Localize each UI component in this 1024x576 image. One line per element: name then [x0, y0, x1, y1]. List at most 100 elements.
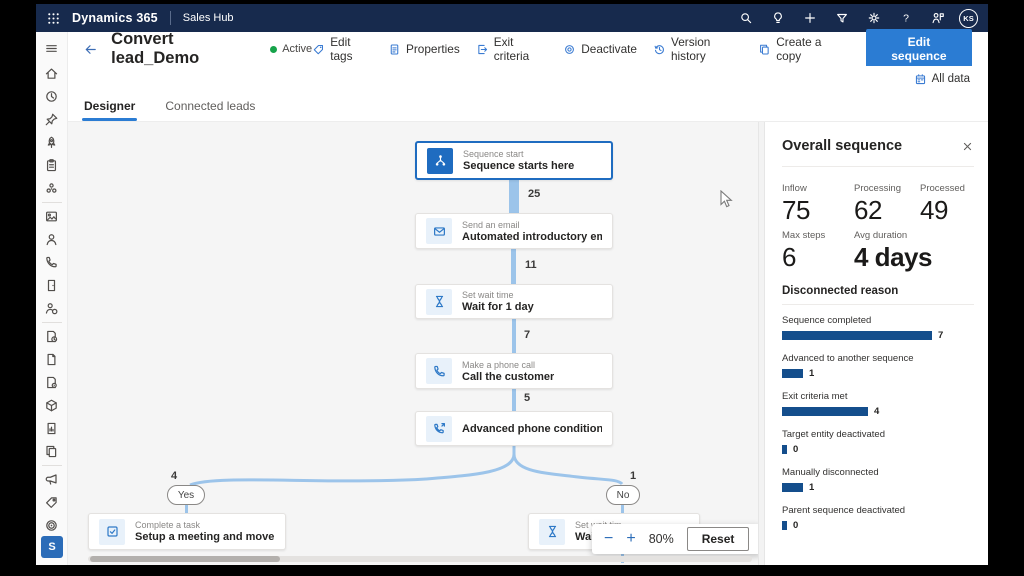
sidebar-item-home[interactable]	[39, 62, 65, 85]
command-bar: Edit tags Properties Exit criteria Deact…	[312, 29, 972, 69]
disconnect-reason-item: Advanced to another sequence1	[782, 353, 974, 379]
close-icon[interactable]	[961, 140, 974, 153]
command-label: Create a copy	[776, 35, 844, 63]
disconnected-reason-title: Disconnected reason	[782, 285, 974, 305]
filter-icon[interactable]	[829, 5, 855, 31]
reason-value: 0	[793, 520, 798, 531]
stat-label: Inflow	[782, 183, 854, 194]
command-exit-criteria[interactable]: Exit criteria	[476, 35, 547, 63]
reason-value: 1	[809, 482, 814, 493]
topbar-actions: ?	[733, 5, 951, 31]
sidebar-item-target[interactable]	[39, 514, 65, 537]
sidebar-item-media[interactable]	[39, 205, 65, 228]
bulb-icon[interactable]	[765, 5, 791, 31]
help-icon[interactable]: ?	[893, 5, 919, 31]
copy-icon	[758, 43, 771, 56]
zoom-reset-button[interactable]: Reset	[687, 527, 750, 551]
stat-value: 75	[782, 195, 854, 226]
sidebar-item-announcement[interactable]	[39, 468, 65, 491]
avatar[interactable]: KS	[959, 9, 978, 28]
settings-icon[interactable]	[861, 5, 887, 31]
sidebar-item-calls[interactable]	[39, 251, 65, 274]
sidebar-menu-icon[interactable]	[39, 37, 65, 60]
disconnected-reason-chart: Sequence completed7Advanced to another s…	[782, 315, 974, 531]
app-window: Dynamics 365 Sales Hub ? KS S Convert le…	[36, 4, 988, 565]
top-navigation-bar: Dynamics 365 Sales Hub ? KS	[36, 4, 988, 32]
node-phone-call[interactable]: Make a phone call Call the customer	[415, 353, 613, 389]
node-complete-task[interactable]: Complete a task Setup a meeting and move…	[88, 513, 286, 550]
vertical-scrollbar-strip[interactable]	[758, 122, 765, 565]
zoom-in-button[interactable]: +	[626, 531, 635, 547]
tag-icon	[312, 43, 325, 56]
sidebar-item-contacts[interactable]	[39, 228, 65, 251]
yes-branch-pill[interactable]: Yes	[167, 485, 205, 505]
sidebar-item-doc-copy[interactable]	[39, 440, 65, 463]
waffle-icon[interactable]	[40, 5, 66, 31]
node-label: Wait for 1 day	[462, 301, 534, 313]
reason-bar	[782, 445, 787, 454]
sidebar-item-pinned[interactable]	[39, 108, 65, 131]
command-version-history[interactable]: Version history	[653, 35, 742, 63]
sidebar-item-product[interactable]	[39, 394, 65, 417]
sidebar-item-document[interactable]	[39, 348, 65, 371]
node-kind: Send an email	[462, 220, 602, 230]
sequence-canvas[interactable]: 25 11 7 5 4 1 Yes No	[68, 122, 758, 565]
sidebar-item-person-badge[interactable]	[39, 297, 65, 320]
all-data-filter[interactable]: All data	[914, 73, 970, 86]
brand-title[interactable]: Dynamics 365	[72, 11, 158, 25]
app-name[interactable]: Sales Hub	[183, 12, 234, 24]
disconnect-reason-item: Manually disconnected 1	[782, 467, 974, 493]
node-wait-time[interactable]: Set wait time Wait for 1 day	[415, 284, 613, 319]
connector	[509, 179, 519, 214]
tab-designer[interactable]: Designer	[82, 93, 137, 121]
stat-value: 4 days	[854, 242, 932, 273]
disconnect-reason-item: Exit criteria met4	[782, 391, 974, 417]
node-phone-condition[interactable]: Advanced phone condition	[415, 411, 613, 446]
node-label: Sequence starts here	[463, 160, 574, 172]
command-edit-tags[interactable]: Edit tags	[312, 35, 372, 63]
command-create-copy[interactable]: Create a copy	[758, 35, 844, 63]
sidebar-item-doc-settings[interactable]	[39, 371, 65, 394]
sidebar-item-label-tag[interactable]	[39, 491, 65, 514]
panel-title: Overall sequence	[782, 138, 902, 154]
no-branch-count: 1	[630, 470, 636, 482]
command-properties[interactable]: Properties	[388, 42, 460, 56]
sidebar-item-sales-accelerator[interactable]	[39, 131, 65, 154]
command-label: Exit criteria	[494, 35, 547, 63]
yes-branch-count: 4	[171, 470, 177, 482]
stats-row-1: Inflow 75 Processing 62 Processed 49	[782, 183, 974, 226]
overall-sequence-panel: Overall sequence Inflow 75 Processing 62	[765, 122, 988, 565]
stat-label: Max steps	[782, 230, 854, 241]
edit-sequence-button[interactable]: Edit sequence	[866, 29, 972, 69]
search-icon[interactable]	[733, 5, 759, 31]
sidebar-item-recent[interactable]	[39, 85, 65, 108]
sidebar-item-tasks[interactable]	[39, 154, 65, 177]
tab-connected-leads[interactable]: Connected leads	[163, 93, 257, 121]
sequence-start-icon	[427, 148, 453, 174]
sidebar-item-insights[interactable]	[39, 177, 65, 200]
add-icon[interactable]	[797, 5, 823, 31]
horizontal-scrollbar[interactable]	[88, 556, 752, 562]
sidebar-item-apps[interactable]	[39, 274, 65, 297]
reason-label: Sequence completed	[782, 315, 974, 326]
no-branch-pill[interactable]: No	[606, 485, 640, 505]
area-switcher-sales[interactable]: S	[41, 536, 63, 558]
reason-label: Advanced to another sequence	[782, 353, 974, 364]
back-icon[interactable]	[80, 38, 101, 60]
node-sequence-start[interactable]: Sequence start Sequence starts here	[415, 141, 613, 180]
command-deactivate[interactable]: Deactivate	[563, 42, 637, 56]
scrollbar-thumb[interactable]	[90, 556, 280, 562]
feedback-icon[interactable]	[925, 5, 951, 31]
stat-value: 6	[782, 242, 854, 273]
reason-label: Manually disconnected	[782, 467, 974, 478]
zoom-out-button[interactable]: −	[604, 531, 613, 547]
stat-value: 49	[920, 195, 988, 226]
reason-value: 4	[874, 406, 879, 417]
node-send-email[interactable]: Send an email Automated introductory ema…	[415, 213, 613, 249]
letterboxed-screen: Dynamics 365 Sales Hub ? KS S Convert le…	[0, 0, 1024, 576]
sidebar-divider	[42, 202, 62, 203]
sidebar-item-doc-clock[interactable]	[39, 325, 65, 348]
svg-text:?: ?	[903, 13, 909, 25]
node-label: Call the customer	[462, 371, 554, 383]
sidebar-item-doc-chart[interactable]	[39, 417, 65, 440]
